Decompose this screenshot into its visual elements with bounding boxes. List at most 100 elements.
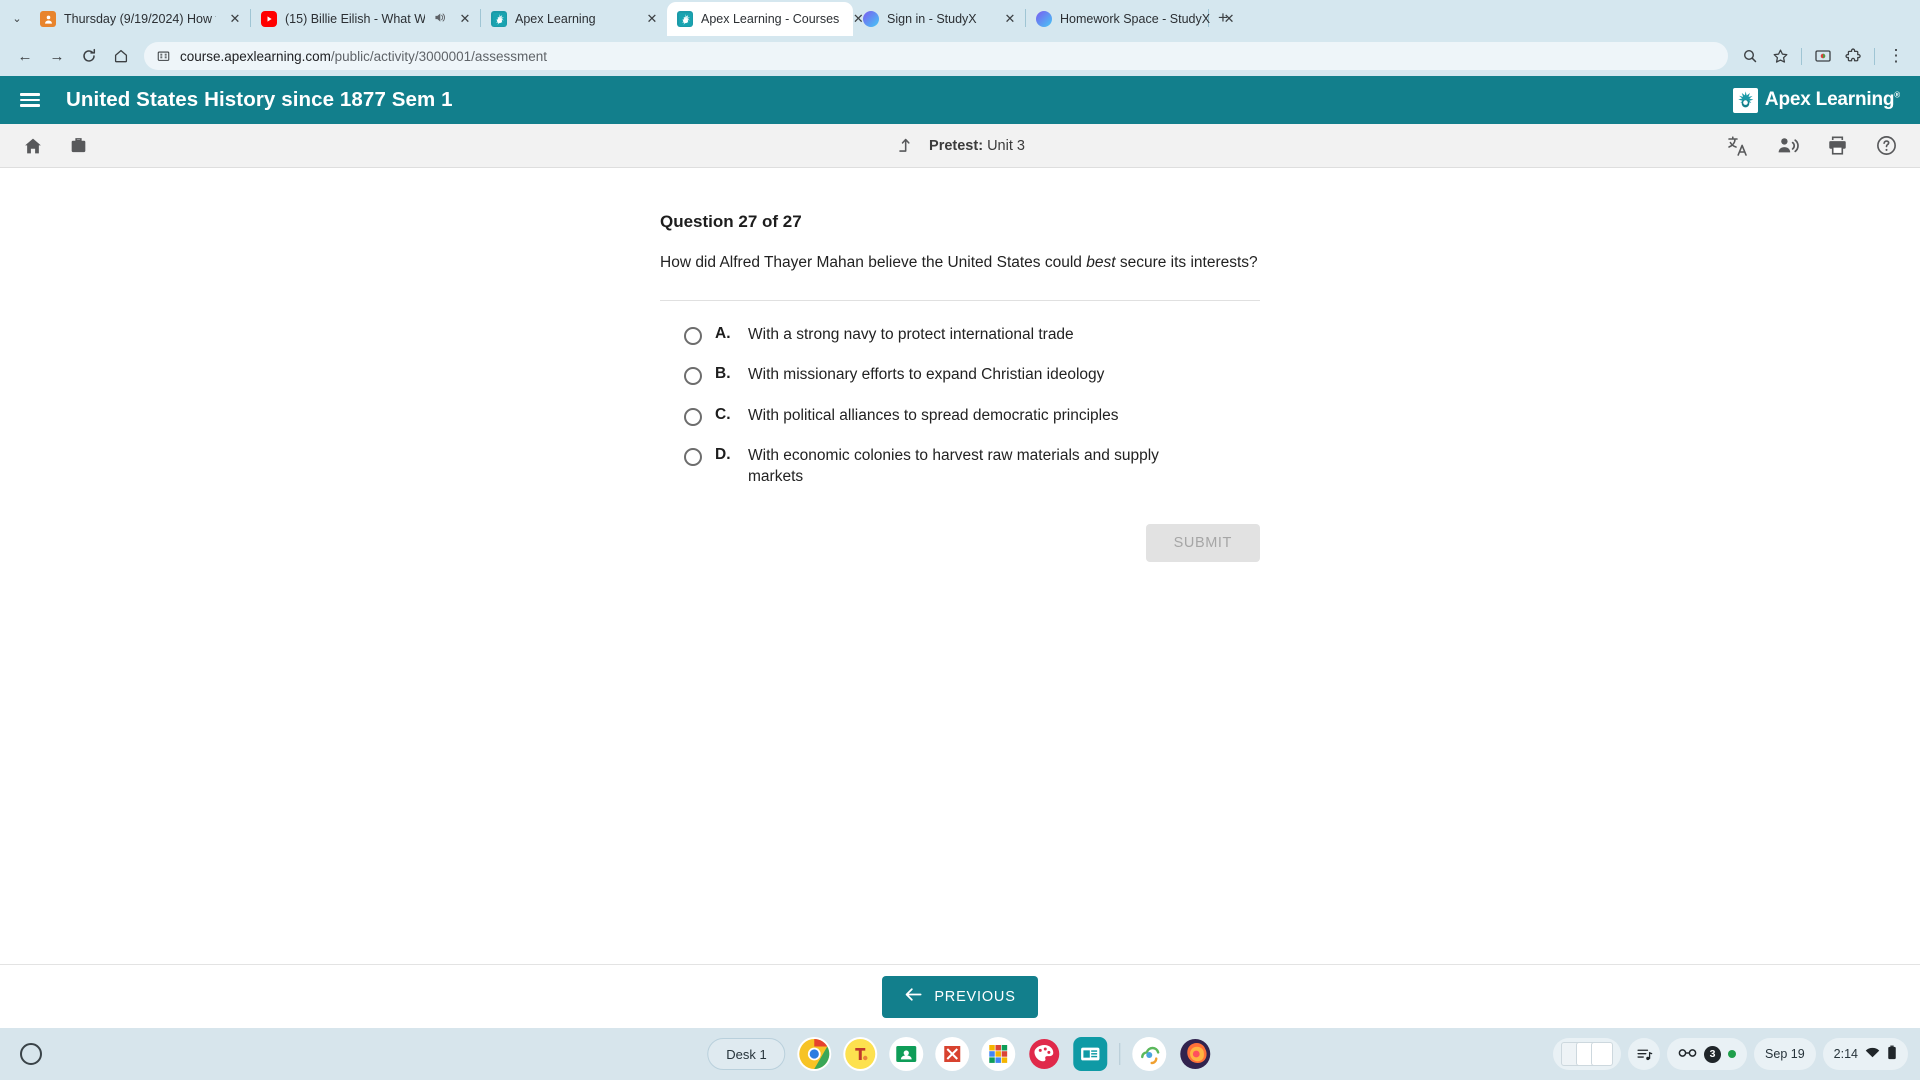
browser-toolbar: ← → course.apexlearning.com/public/activ… [0,36,1920,76]
briefcase-icon[interactable] [68,135,89,156]
google-classroom-icon[interactable] [889,1037,924,1071]
bookmark-star-icon[interactable] [1766,42,1794,70]
assessment-body: Question 27 of 27 How did Alfred Thayer … [0,168,1920,1028]
arrow-left-icon [904,987,923,1006]
battery-icon [1887,1045,1897,1063]
date-button[interactable]: Sep 19 [1754,1038,1816,1070]
hamburger-menu-icon[interactable] [20,87,46,113]
activity-toolbar: Pretest: Unit 3 [0,124,1920,168]
wifi-icon [1865,1047,1880,1062]
system-tray: 3 Sep 19 2:14 [1553,1038,1908,1070]
clock-and-status-button[interactable]: 2:14 [1822,1038,1908,1070]
up-level-arrow-icon[interactable] [895,135,917,157]
answer-choice-d[interactable]: D. With economic colonies to harvest raw… [684,446,1260,487]
site-info-icon[interactable] [156,49,171,63]
radio-button-b[interactable] [684,367,702,386]
question-divider [660,299,1260,301]
choice-letter: B. [715,365,731,383]
slides-app-icon[interactable] [1073,1037,1108,1071]
youtube-icon [261,11,277,27]
read-aloud-icon[interactable] [1776,134,1800,158]
answer-choice-a[interactable]: A. With a strong navy to protect interna… [684,325,1260,346]
answer-choice-c[interactable]: C. With political alliances to spread de… [684,406,1260,427]
assessment-bottom-nav: PREVIOUS [0,964,1920,1028]
answer-choice-list: A. With a strong navy to protect interna… [660,325,1260,488]
browser-tab-1[interactable]: (15) Billie Eilish - What Was ✕ [251,2,480,36]
previous-button[interactable]: PREVIOUS [882,975,1038,1018]
amber-person-icon [40,11,56,27]
home-button[interactable] [106,41,136,71]
browser-window: ⌄ Thursday (9/19/2024) How to ✕ (15) Bil… [0,0,1920,1080]
clipboard-stack-icon[interactable] [1553,1038,1622,1070]
tab-close-button[interactable]: ✕ [454,8,476,30]
radio-button-d[interactable] [684,448,702,467]
question-number: Question 27 of 27 [660,212,802,231]
desk-switcher-button[interactable]: Desk 1 [707,1038,786,1070]
translate-icon[interactable] [1726,134,1750,158]
page-title: United States History since 1877 Sem 1 [66,88,453,111]
apex-logo-mark-icon [1732,87,1758,113]
recording-dot [1728,1050,1737,1058]
print-icon[interactable] [1826,134,1849,157]
tab-title: Apex Learning - Courses [701,12,840,26]
apex-logo-text: Apex Learning® [1764,89,1900,110]
home-icon[interactable] [22,135,44,157]
cast-media-icon[interactable] [1809,42,1837,70]
choice-letter: C. [715,405,731,423]
radio-button-a[interactable] [684,326,702,345]
tab-close-button[interactable]: ✕ [1218,8,1240,30]
address-bar[interactable]: course.apexlearning.com/public/activity/… [144,42,1728,70]
answer-choice-b[interactable]: B. With missionary efforts to expand Chr… [684,365,1260,386]
zoom-search-icon[interactable] [1736,42,1764,70]
paint-app-icon[interactable] [1028,1037,1062,1071]
breadcrumb-value: Unit 3 [987,137,1025,154]
tab-close-button[interactable]: ✕ [224,8,246,30]
browser-tab-0[interactable]: Thursday (9/19/2024) How to ✕ [30,2,250,36]
submit-row: SUBMIT [660,523,1260,562]
chromeos-shelf: Desk 1 3 Sep 19 2:14 [0,1028,1920,1080]
toolbar-divider [1801,47,1802,65]
crossword-app-icon[interactable] [981,1037,1016,1071]
glasses-icon [1678,1047,1697,1062]
status-area-button[interactable]: 3 [1667,1038,1748,1070]
firefox-icon[interactable] [1179,1037,1213,1071]
choice-text: With missionary efforts to expand Christ… [748,366,1105,384]
apex-learning-icon [491,11,507,27]
url-path: /public/activity/3000001/assessment [330,48,547,64]
extensions-puzzle-icon[interactable] [1839,42,1867,70]
forward-button[interactable]: → [42,41,72,71]
submit-button[interactable]: SUBMIT [1145,523,1260,562]
tab-search-chevron-icon[interactable]: ⌄ [4,0,30,36]
tab-title: Apex Learning [515,12,596,26]
kami-icon[interactable] [843,1037,878,1071]
browser-tab-3-active[interactable]: Apex Learning - Courses ✕ [667,2,864,36]
url-domain: course.apexlearning.com [180,48,331,64]
radio-button-c[interactable] [684,407,702,426]
browser-tab-5[interactable]: Homework Space - StudyX ✕ [1026,2,1235,36]
chrome-menu-icon[interactable]: ⋮ [1882,42,1910,70]
launcher-circle-icon[interactable] [20,1043,42,1065]
tab-close-button[interactable]: ✕ [999,8,1021,30]
tab-title: (15) Billie Eilish - What Was [285,12,425,26]
registered-mark: ® [1894,90,1900,100]
tab-title: Sign in - StudyX [887,12,977,26]
tab-strip: ⌄ Thursday (9/19/2024) How to ✕ (15) Bil… [0,0,1920,36]
weather-app-icon[interactable] [1132,1037,1167,1071]
tab-close-button[interactable]: ✕ [641,8,663,30]
help-icon[interactable] [1875,134,1898,157]
red-app-icon[interactable] [935,1037,970,1071]
media-playlist-icon[interactable] [1628,1038,1661,1070]
toolbar-divider [1874,47,1875,65]
tab-title: Thursday (9/19/2024) How to [64,12,216,26]
shelf-divider [1119,1043,1121,1065]
choice-text: With a strong navy to protect internatio… [748,325,1074,343]
back-button[interactable]: ← [10,41,40,71]
chrome-icon[interactable] [797,1037,832,1071]
browser-tab-4[interactable]: Sign in - StudyX ✕ [853,2,1025,36]
shelf-app-area: Desk 1 [707,1037,1212,1071]
address-bar-url: course.apexlearning.com/public/activity/… [180,49,547,64]
reload-button[interactable] [74,41,104,71]
browser-tab-2[interactable]: Apex Learning ✕ [481,2,667,36]
tab-mute-icon[interactable] [433,11,446,27]
breadcrumb: Pretest: Unit 3 [929,138,1025,154]
